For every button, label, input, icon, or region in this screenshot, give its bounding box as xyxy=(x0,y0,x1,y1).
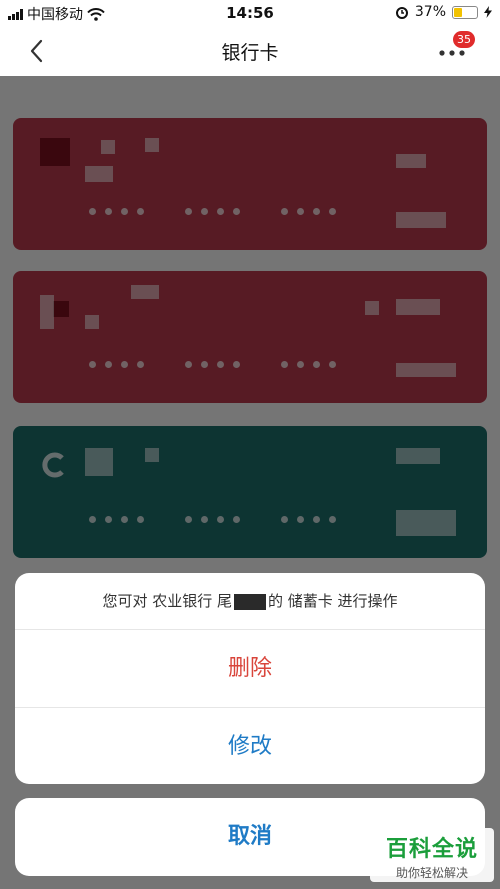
nav-bar: 银行卡 xyxy=(0,26,500,76)
watermark-title: 百科全说 xyxy=(385,837,478,862)
watermark: 百科全说 助你轻松解决 xyxy=(370,828,494,882)
charging-icon xyxy=(484,6,492,18)
edit-button[interactable]: 修改 xyxy=(15,708,485,784)
notification-badge: 35 xyxy=(453,31,475,48)
status-bar: 中国移动 14:56 37% xyxy=(0,0,500,26)
alarm-icon xyxy=(395,7,408,19)
action-sheet: 您可对 农业银行 尾 的 储蓄卡 进行操作 删除 修改 xyxy=(15,573,485,784)
delete-button[interactable]: 删除 xyxy=(15,630,485,708)
battery-icon xyxy=(452,5,478,19)
battery-percent: 37% xyxy=(414,4,446,20)
page-title: 银行卡 xyxy=(221,42,279,64)
battery-fill xyxy=(454,7,462,17)
message-prefix: 您可对 农业银行 尾 xyxy=(102,592,232,610)
message-suffix: 的 储蓄卡 进行操作 xyxy=(268,592,398,610)
watermark-subtitle: 助你轻松解决 xyxy=(395,866,468,880)
redacted-card-number xyxy=(234,593,266,610)
status-right: 37% xyxy=(395,4,492,20)
action-sheet-message: 您可对 农业银行 尾 的 储蓄卡 进行操作 xyxy=(15,573,485,630)
